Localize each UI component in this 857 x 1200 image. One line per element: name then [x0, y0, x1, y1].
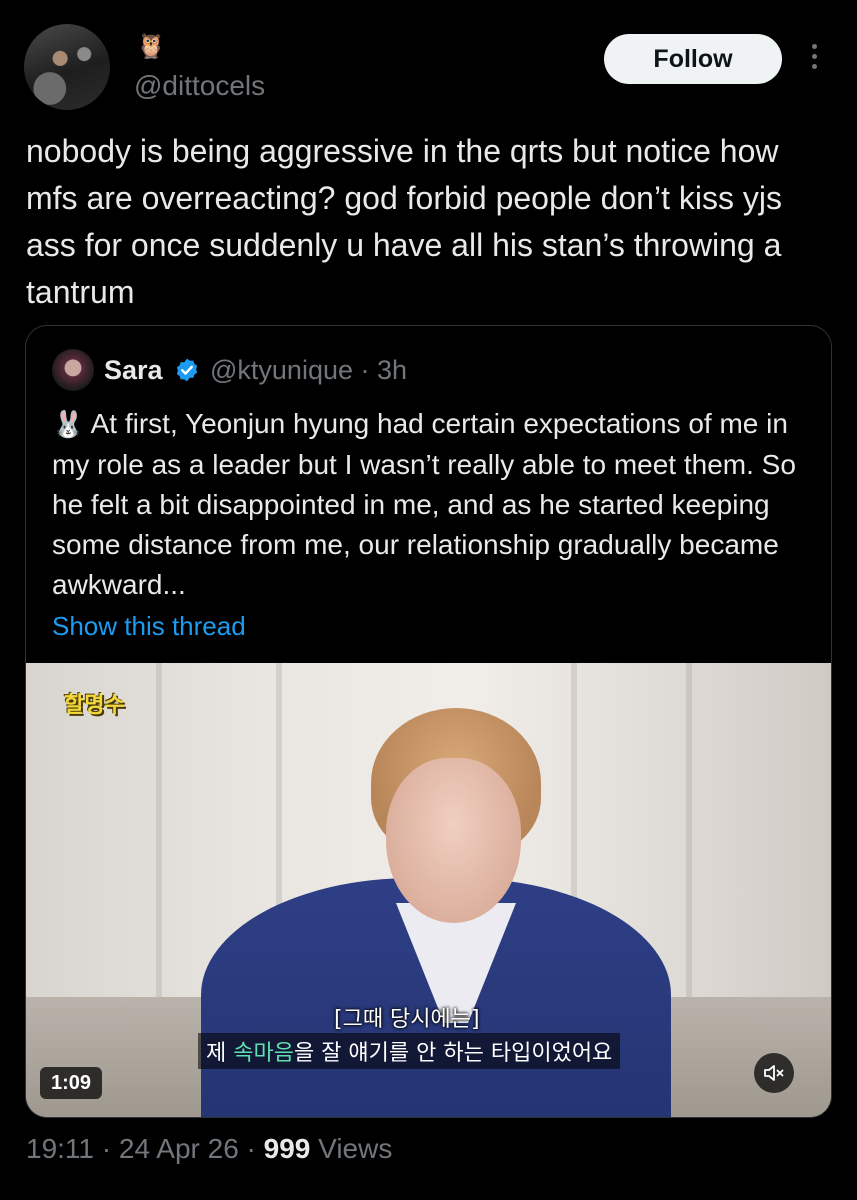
follow-button[interactable]: Follow	[604, 34, 782, 84]
mute-button[interactable]	[754, 1053, 794, 1093]
subtitle-pre: 제	[206, 1041, 234, 1066]
quoted-author-handle[interactable]: @ktyunique	[210, 355, 353, 385]
subtitle-main: 제 속마음을 잘 얘기를 안 하는 타입이었어요	[198, 1033, 621, 1069]
tweet-text: nobody is being aggressive in the qrts b…	[26, 133, 791, 310]
video-player[interactable]: 할명수 [그때 당시에는] 제 속마음을 잘 얘기를 안 하는 타입이었어요 1…	[26, 663, 831, 1117]
quoted-text: 🐰 At first, Yeonjun hyung had certain ex…	[52, 404, 812, 605]
quoted-time[interactable]: 3h	[377, 355, 407, 385]
video-duration: 1:09	[40, 1067, 102, 1099]
quoted-author-name[interactable]: Sara	[104, 355, 163, 386]
author-avatar[interactable]	[24, 24, 110, 110]
meta-separator: ·	[246, 1133, 256, 1164]
author-handle[interactable]: @dittocels	[134, 70, 265, 102]
post-date[interactable]: 24 Apr 26	[119, 1133, 239, 1164]
more-options-icon[interactable]	[808, 44, 820, 74]
subtitle-top: [그때 당시에는]	[334, 1007, 480, 1032]
show-thread-link[interactable]: Show this thread	[52, 611, 246, 642]
person-face	[386, 758, 521, 923]
show-logo: 할명수	[64, 693, 125, 718]
post-time[interactable]: 19:11	[26, 1133, 94, 1164]
views-label: Views	[318, 1133, 393, 1164]
meta-separator: ·	[101, 1133, 112, 1164]
mute-icon	[764, 1065, 784, 1081]
quoted-tweet[interactable]: Sara @ktyunique · 3h 🐰 At first, Yeonjun…	[25, 325, 832, 1118]
rabbit-emoji: 🐰	[52, 410, 85, 440]
display-name-emoji[interactable]: 🦉	[136, 34, 166, 58]
subtitle-highlight: 속마음	[233, 1041, 294, 1066]
verified-badge-icon	[176, 358, 198, 382]
quoted-author-avatar[interactable]	[52, 349, 94, 391]
views-count[interactable]: 999	[264, 1133, 311, 1164]
tweet-meta: 19:11 · 24 Apr 26 · 999 Views	[26, 1133, 392, 1165]
subtitle-post: 을 잘 얘기를 안 하는 타입이었어요	[293, 1041, 613, 1066]
time-separator: ·	[360, 355, 370, 385]
quoted-text-body: At first, Yeonjun hyung had certain expe…	[52, 408, 804, 600]
quoted-handle-time[interactable]: @ktyunique · 3h	[210, 355, 407, 386]
